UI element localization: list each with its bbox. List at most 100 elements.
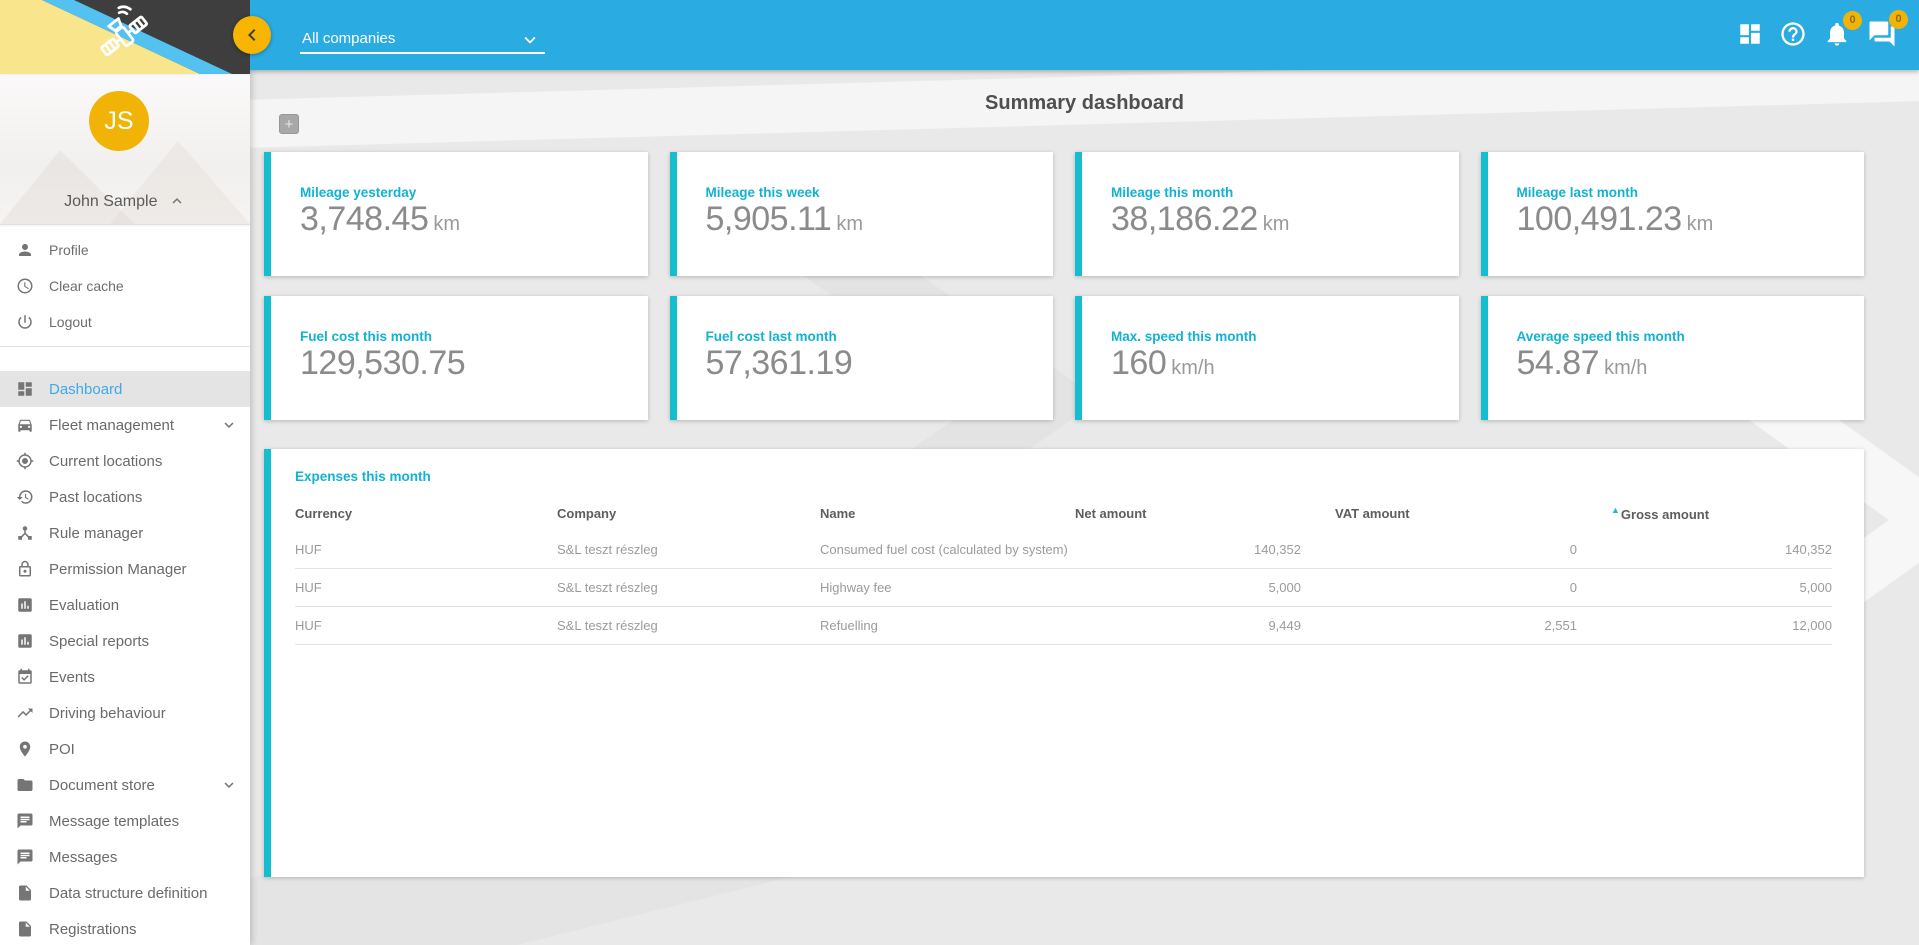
chat-icon xyxy=(16,812,34,830)
sidebar-item-data-structure-definition[interactable]: Data structure definition xyxy=(0,875,250,911)
stat-card-value: 57,361.19 xyxy=(706,344,853,382)
expenses-column-company[interactable]: Company xyxy=(557,497,820,531)
sidebar-item-label: Current locations xyxy=(49,453,162,470)
expenses-cell: 12,000 xyxy=(1577,607,1832,645)
sidebar-item-permission-manager[interactable]: Permission Manager xyxy=(0,551,250,587)
sidebar-item-label: Message templates xyxy=(49,813,179,830)
stat-card-value: 54.87 xyxy=(1517,344,1600,382)
sidebar-item-special-reports[interactable]: Special reports xyxy=(0,623,250,659)
sidebar-item-label: Fleet management xyxy=(49,417,174,434)
avatar[interactable]: JS xyxy=(89,91,149,151)
expenses-column-net-amount[interactable]: Net amount xyxy=(1075,497,1301,531)
notifications-icon[interactable]: 0 xyxy=(1823,20,1851,51)
main-content: Summary dashboard + Mileage yesterday3,7… xyxy=(250,70,1919,945)
folder-icon xyxy=(16,776,34,794)
stat-cards-row-1: Mileage yesterday3,748.45kmMileage this … xyxy=(264,152,1864,276)
sidebar-item-registrations[interactable]: Registrations xyxy=(0,911,250,945)
expenses-column-currency[interactable]: Currency xyxy=(295,497,557,531)
sidebar-item-label: Data structure definition xyxy=(49,885,207,902)
sidebar-item-label: Past locations xyxy=(49,489,142,506)
sidebar-item-label: Rule manager xyxy=(49,525,143,542)
dashboard-icon xyxy=(16,380,34,398)
expenses-cell: HUF xyxy=(295,531,557,569)
chevron-down-icon xyxy=(220,776,238,794)
notifications-badge: 0 xyxy=(1843,11,1862,30)
stat-card-unit: km xyxy=(836,213,863,235)
file-icon xyxy=(16,884,34,902)
stat-card-fuel-cost-this-month: Fuel cost this month129,530.75 xyxy=(264,296,648,420)
sidebar-item-past-locations[interactable]: Past locations xyxy=(0,479,250,515)
user-menu-item-profile[interactable]: Profile xyxy=(0,232,250,268)
sidebar-item-messages[interactable]: Messages xyxy=(0,839,250,875)
expenses-cell: Highway fee xyxy=(820,569,1075,607)
dashboard-grid-icon[interactable] xyxy=(1737,21,1763,50)
sidebar-item-current-locations[interactable]: Current locations xyxy=(0,443,250,479)
expenses-cell: 9,449 xyxy=(1075,607,1301,645)
expenses-cell: 5,000 xyxy=(1577,569,1832,607)
app-logo[interactable] xyxy=(0,0,250,74)
history-icon xyxy=(16,488,34,506)
sidebar-nav: Dashboard Fleet management Current locatio… xyxy=(0,371,250,945)
user-menu-label: Profile xyxy=(49,242,89,258)
chevron-down-icon xyxy=(519,29,541,51)
sidebar-item-evaluation[interactable]: Evaluation xyxy=(0,587,250,623)
car-icon xyxy=(16,416,34,434)
company-filter-value: All companies xyxy=(302,30,395,47)
sidebar-collapse-button[interactable] xyxy=(233,16,271,54)
stat-card-title: Max. speed this month xyxy=(1111,329,1459,344)
user-name: John Sample xyxy=(64,193,157,210)
help-icon[interactable] xyxy=(1779,20,1807,51)
stat-card-title: Fuel cost last month xyxy=(706,329,1054,344)
expenses-cell: Consumed fuel cost (calculated by system… xyxy=(820,531,1075,569)
expenses-card: Expenses this month CurrencyCompanyNameN… xyxy=(264,449,1864,877)
stat-card-mileage-this-week: Mileage this week5,905.11km xyxy=(670,152,1054,276)
topbar: All companies 0 xyxy=(0,0,1919,70)
user-name-toggle[interactable]: John Sample xyxy=(0,192,250,211)
sidebar-item-driving-behaviour[interactable]: Driving behaviour xyxy=(0,695,250,731)
sidebar-item-label: Special reports xyxy=(49,633,149,650)
user-menu-item-clear-cache[interactable]: Clear cache xyxy=(0,268,250,304)
sidebar-item-dashboard[interactable]: Dashboard xyxy=(0,371,250,407)
expenses-column-vat-amount[interactable]: VAT amount xyxy=(1301,497,1577,531)
user-menu-item-logout[interactable]: Logout xyxy=(0,304,250,340)
sidebar-item-label: Registrations xyxy=(49,921,137,938)
company-filter-select[interactable]: All companies xyxy=(300,27,545,54)
sidebar-item-rule-manager[interactable]: Rule manager xyxy=(0,515,250,551)
stat-card-average-speed-this-month: Average speed this month54.87km/h xyxy=(1481,296,1865,420)
chart-icon xyxy=(16,632,34,650)
expenses-cell: HUF xyxy=(295,569,557,607)
sidebar-item-document-store[interactable]: Document store xyxy=(0,767,250,803)
chevron-down-icon xyxy=(220,416,238,434)
expenses-cell: 2,551 xyxy=(1301,607,1577,645)
expenses-cell: Refuelling xyxy=(820,607,1075,645)
file-icon xyxy=(16,920,34,938)
sidebar-item-label: Permission Manager xyxy=(49,561,187,578)
stat-card-title: Fuel cost this month xyxy=(300,329,648,344)
trending-icon xyxy=(16,704,34,722)
sidebar-item-fleet-management[interactable]: Fleet management xyxy=(0,407,250,443)
expenses-cell: 5,000 xyxy=(1075,569,1301,607)
user-header: JS John Sample xyxy=(0,70,250,225)
hub-icon xyxy=(16,524,34,542)
page-title: Summary dashboard xyxy=(250,92,1919,115)
sort-asc-icon: ▲ xyxy=(1611,505,1620,515)
sidebar-item-poi[interactable]: POI xyxy=(0,731,250,767)
satellite-icon xyxy=(92,4,158,70)
expenses-cell: 0 xyxy=(1301,531,1577,569)
messages-icon[interactable]: 0 xyxy=(1867,19,1897,52)
stat-card-title: Mileage this month xyxy=(1111,185,1459,200)
expenses-column-name[interactable]: Name xyxy=(820,497,1075,531)
target-icon xyxy=(16,452,34,470)
expenses-cell: S&L teszt részleg xyxy=(557,607,820,645)
expenses-column-gross-amount[interactable]: ▲Gross amount xyxy=(1577,497,1832,531)
stat-card-unit: km xyxy=(1263,213,1290,235)
stat-card-max-speed-this-month: Max. speed this month160km/h xyxy=(1075,296,1459,420)
add-widget-button[interactable]: + xyxy=(279,114,299,134)
sidebar-item-message-templates[interactable]: Message templates xyxy=(0,803,250,839)
stat-card-unit: km/h xyxy=(1604,357,1647,379)
expenses-cell: 140,352 xyxy=(1075,531,1301,569)
sidebar-item-events[interactable]: Events xyxy=(0,659,250,695)
sidebar-item-label: Evaluation xyxy=(49,597,119,614)
stat-card-title: Mileage last month xyxy=(1517,185,1865,200)
sidebar-item-label: Document store xyxy=(49,777,155,794)
